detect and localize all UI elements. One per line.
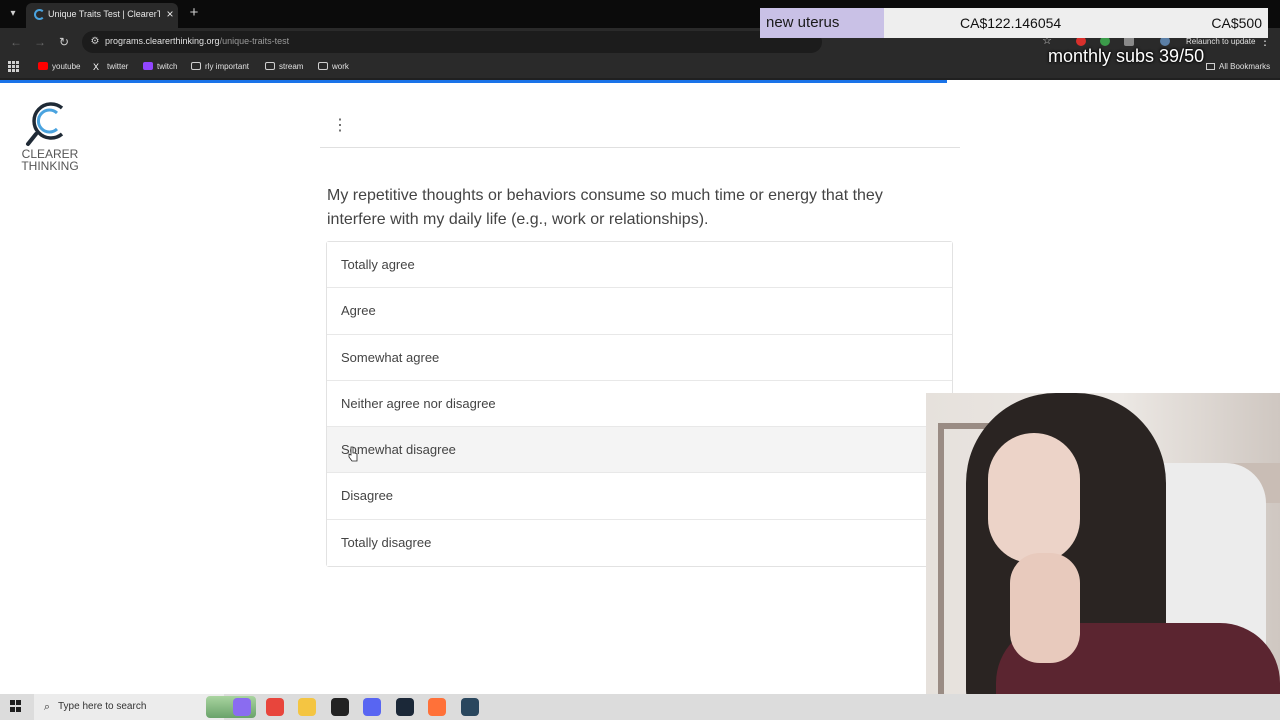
taskbar-search[interactable]: ⌕ Type here to search xyxy=(34,694,256,720)
magnifier-logo-icon xyxy=(26,102,64,146)
answer-option[interactable]: Somewhat agree xyxy=(327,334,952,381)
answer-option[interactable]: Totally disagree xyxy=(327,519,952,567)
apps-grid-icon[interactable] xyxy=(8,61,19,72)
logo-text: CLEARER THINKING xyxy=(18,148,82,172)
webcam-overlay xyxy=(926,393,1280,720)
goal-amount: CA$122.146054 xyxy=(960,15,1062,31)
folder-icon xyxy=(265,62,275,70)
answer-option-label: Neither agree nor disagree xyxy=(341,395,496,411)
answer-option[interactable]: Somewhat disagree xyxy=(327,427,952,474)
header-divider xyxy=(320,147,960,148)
bookmark-label: work xyxy=(332,62,349,71)
windows-taskbar: ⌕ Type here to search xyxy=(0,694,1280,720)
reload-icon[interactable]: ↻ xyxy=(56,34,72,50)
bookmark-label: twitch xyxy=(157,62,178,71)
close-tab-icon[interactable]: × xyxy=(164,7,176,21)
relaunch-to-update-button[interactable]: Relaunch to update xyxy=(1186,37,1255,46)
back-arrow-icon[interactable]: ← xyxy=(8,34,24,50)
logo-word-2: THINKING xyxy=(21,159,79,173)
bookmark-twitch[interactable]: twitch xyxy=(143,60,177,74)
file-explorer-icon[interactable] xyxy=(298,698,316,716)
tab-title: Unique Traits Test | ClearerThinking xyxy=(48,9,160,19)
clearer-thinking-logo[interactable]: CLEARER THINKING xyxy=(18,98,82,176)
forward-arrow-icon[interactable]: → xyxy=(32,34,48,50)
firefox-icon[interactable] xyxy=(428,698,446,716)
tab-active[interactable]: Unique Traits Test | ClearerThinking × xyxy=(26,3,178,28)
answer-option-label: Totally disagree xyxy=(341,534,432,550)
goal-target: CA$500 xyxy=(1211,15,1262,31)
answer-option[interactable]: Disagree xyxy=(327,473,952,520)
address-bar[interactable]: ⚙ programs.clearerthinking.org/unique-tr… xyxy=(82,31,822,53)
twitch-icon xyxy=(143,62,153,70)
all-bookmarks-label: All Bookmarks xyxy=(1219,62,1271,71)
chrome-icon[interactable] xyxy=(265,698,284,716)
url-path: /unique-traits-test xyxy=(219,36,290,46)
answer-option-label: Somewhat agree xyxy=(341,349,440,365)
answer-option-label: Somewhat disagree xyxy=(341,442,456,458)
new-tab-button[interactable]: + xyxy=(186,5,202,21)
loading-spinner-icon xyxy=(34,9,45,20)
screen: ▾ Unique Traits Test | ClearerThinking ×… xyxy=(0,0,1280,720)
steam-icon[interactable] xyxy=(460,698,479,716)
url-domain: programs.clearerthinking.org xyxy=(105,36,220,46)
folder-icon xyxy=(318,62,328,70)
x-icon: X xyxy=(93,62,100,72)
subs-counter: monthly subs 39/50 xyxy=(1048,46,1205,66)
answer-option-label: Totally agree xyxy=(341,257,415,272)
more-options-icon[interactable]: ⋮ xyxy=(332,116,348,136)
bookmark-folder-stream[interactable]: stream xyxy=(265,60,303,74)
folder-icon xyxy=(191,62,201,70)
url-text[interactable]: programs.clearerthinking.org/unique-trai… xyxy=(105,36,289,46)
answer-option-label: Agree xyxy=(341,303,376,319)
bookmark-label: rly important xyxy=(205,62,250,71)
youtube-icon xyxy=(38,62,48,70)
site-info-icon[interactable]: ⚙ xyxy=(88,35,102,49)
tab-search-chevron-icon[interactable]: ▾ xyxy=(4,5,22,23)
bookmark-youtube[interactable]: youtube xyxy=(38,60,80,74)
answer-options-list: Totally agree Agree Somewhat agree Neither … xyxy=(326,241,953,568)
answer-option[interactable]: Neither agree nor disagree xyxy=(327,380,952,428)
webcam-hand xyxy=(1010,553,1080,663)
all-bookmarks-button[interactable]: All Bookmarks xyxy=(1206,60,1270,74)
taskbar-search-placeholder: Type here to search xyxy=(58,701,147,712)
copilot-icon[interactable] xyxy=(233,698,251,716)
bookmark-label: twitter xyxy=(107,62,129,71)
webcam-face xyxy=(988,433,1080,563)
page-load-progress-bar xyxy=(0,80,948,83)
answer-option[interactable]: Totally agree xyxy=(327,242,952,289)
search-icon: ⌕ xyxy=(43,701,51,713)
hand-cursor-icon xyxy=(348,446,358,462)
question-text: My repetitive thoughts or behaviors cons… xyxy=(327,187,883,228)
answer-option-label: Disagree xyxy=(341,488,394,504)
donation-goal-bar: new uterus CA$122.146054 CA$500 xyxy=(760,8,1268,38)
bookmark-twitter[interactable]: Xtwitter xyxy=(93,60,128,74)
steam-icon[interactable] xyxy=(395,698,414,716)
bookmark-folder-rly-important[interactable]: rly important xyxy=(191,60,249,74)
answer-option[interactable]: Agree xyxy=(327,288,952,335)
bookmark-label: youtube xyxy=(52,62,81,71)
bookmark-folder-work[interactable]: work xyxy=(318,60,349,74)
windows-start-icon[interactable] xyxy=(10,700,22,712)
folder-icon xyxy=(1206,63,1215,70)
goal-name: new uterus xyxy=(766,14,840,31)
discord-icon[interactable] xyxy=(363,698,381,716)
bookmark-label: stream xyxy=(279,62,304,71)
app-icon[interactable] xyxy=(330,698,349,716)
